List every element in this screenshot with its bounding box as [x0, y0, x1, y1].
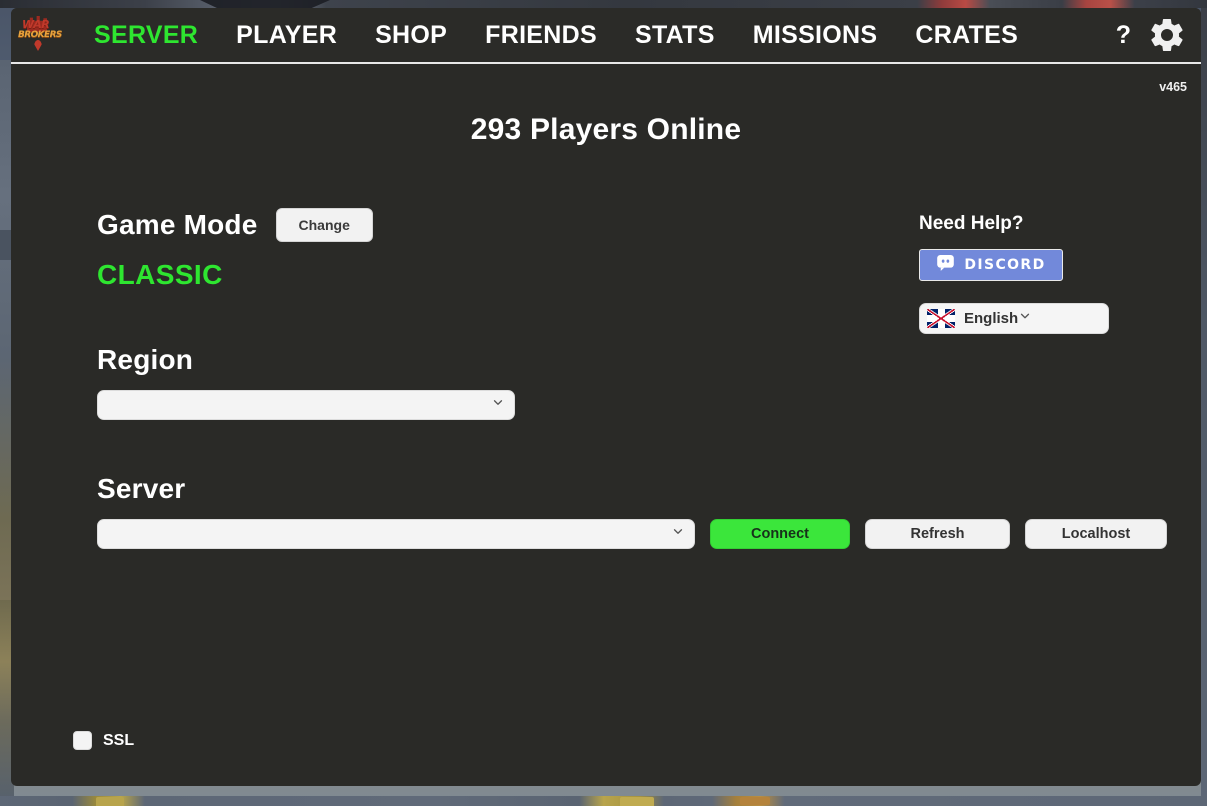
ssl-row: SSL — [73, 731, 134, 750]
connect-button[interactable]: Connect — [710, 519, 850, 549]
server-settings-column: Game Mode Change CLASSIC Region Server C… — [97, 208, 1167, 549]
discord-button[interactable]: DISCORD — [919, 249, 1063, 281]
game-logo[interactable]: WAR BROKERS — [15, 12, 62, 58]
language-select[interactable]: English — [919, 303, 1109, 334]
players-online-count: 293 Players Online — [470, 113, 742, 146]
nav-item-friends[interactable]: FRIENDS — [466, 17, 616, 54]
game-mode-value: CLASSIC — [97, 259, 223, 290]
nav-item-player[interactable]: PLAYER — [217, 17, 356, 54]
top-navigation-bar: WAR BROKERS SERVER PLAYER SHOP FRIENDS S… — [11, 8, 1201, 64]
nav-item-server[interactable]: SERVER — [75, 17, 217, 54]
help-button[interactable]: ? — [1102, 17, 1145, 54]
nav-item-missions[interactable]: MISSIONS — [734, 17, 897, 54]
region-label: Region — [97, 344, 194, 375]
backdrop-left-edge — [0, 60, 11, 600]
uk-flag-icon — [927, 309, 955, 328]
backdrop-vehicle — [740, 797, 770, 805]
backdrop-left-edge-dark — [0, 230, 11, 260]
server-row: Connect Refresh Localhost — [97, 505, 1167, 549]
nav-item-crates[interactable]: CRATES — [896, 17, 1037, 54]
nav-item-stats[interactable]: STATS — [616, 17, 734, 54]
game-mode-label: Game Mode — [97, 209, 258, 240]
chevron-down-icon — [491, 396, 505, 415]
discord-icon — [936, 253, 955, 277]
backdrop-bottom-strip — [0, 796, 1207, 806]
backdrop-right-edge — [1201, 0, 1207, 806]
logo-text-brokers: BROKERS — [18, 30, 62, 40]
discord-label: DISCORD — [964, 257, 1046, 273]
backdrop-vehicle — [620, 797, 654, 806]
server-select[interactable] — [97, 519, 695, 549]
chevron-down-icon — [1018, 309, 1032, 328]
version-label: v465 — [1159, 80, 1187, 94]
logo-drop-icon — [34, 40, 42, 51]
backdrop-vehicle — [96, 797, 124, 806]
change-game-mode-button[interactable]: Change — [275, 208, 373, 242]
backdrop-top-strip — [0, 0, 1207, 8]
localhost-button[interactable]: Localhost — [1025, 519, 1167, 549]
chevron-down-icon — [671, 525, 685, 544]
gear-icon[interactable] — [1145, 13, 1189, 57]
game-mode-row: Game Mode Change — [97, 208, 737, 242]
ssl-label: SSL — [103, 731, 135, 749]
main-menu-panel: WAR BROKERS SERVER PLAYER SHOP FRIENDS S… — [11, 8, 1201, 786]
server-label: Server — [97, 473, 186, 504]
region-select[interactable] — [97, 390, 515, 420]
nav-item-shop[interactable]: SHOP — [356, 17, 466, 54]
ssl-checkbox[interactable] — [73, 731, 92, 750]
refresh-button[interactable]: Refresh — [865, 519, 1010, 549]
help-column: Need Help? DISCORD English — [919, 213, 1139, 334]
need-help-label: Need Help? — [919, 213, 1024, 234]
language-value: English — [964, 310, 1019, 327]
